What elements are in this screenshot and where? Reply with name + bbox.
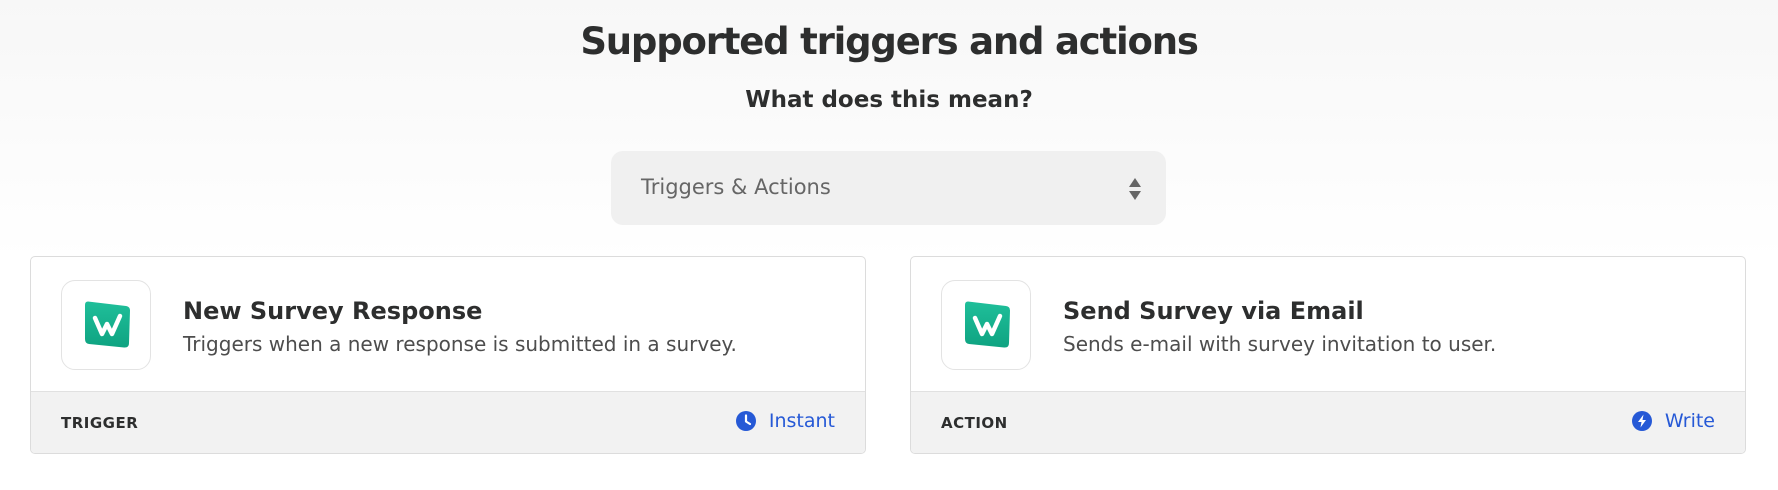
card-mode: Write: [1631, 410, 1715, 432]
what-does-this-mean-link[interactable]: What does this mean?: [0, 87, 1778, 113]
survey-app-icon: [965, 301, 1010, 348]
sort-arrows-icon: [1129, 178, 1141, 200]
page-title: Supported triggers and actions: [580, 20, 1199, 63]
card-type-label: ACTION: [941, 414, 1008, 432]
bolt-icon: [1631, 411, 1652, 431]
select-value: Triggers & Actions: [641, 175, 831, 199]
clock-icon: [735, 411, 756, 431]
card-mode: Instant: [735, 410, 835, 432]
app-icon-container: [941, 280, 1031, 370]
action-card-send-survey-via-email[interactable]: Send Survey via Email Sends e-mail with …: [910, 256, 1746, 454]
card-description: Triggers when a new response is submitte…: [183, 332, 737, 356]
card-description: Sends e-mail with survey invitation to u…: [1063, 332, 1497, 356]
card-footer: TRIGGER Instant: [31, 391, 865, 453]
trigger-action-filter-select[interactable]: Triggers & Actions: [611, 151, 1166, 225]
card-mode-label: Write: [1664, 410, 1715, 432]
card-footer: ACTION Write: [911, 391, 1745, 453]
trigger-card-new-survey-response[interactable]: New Survey Response Triggers when a new …: [30, 256, 866, 454]
card-title: New Survey Response: [183, 297, 483, 325]
survey-app-icon: [85, 301, 130, 348]
card-mode-label: Instant: [768, 410, 835, 432]
card-type-label: TRIGGER: [61, 414, 139, 432]
card-title: Send Survey via Email: [1063, 297, 1364, 325]
app-icon-container: [61, 280, 151, 370]
